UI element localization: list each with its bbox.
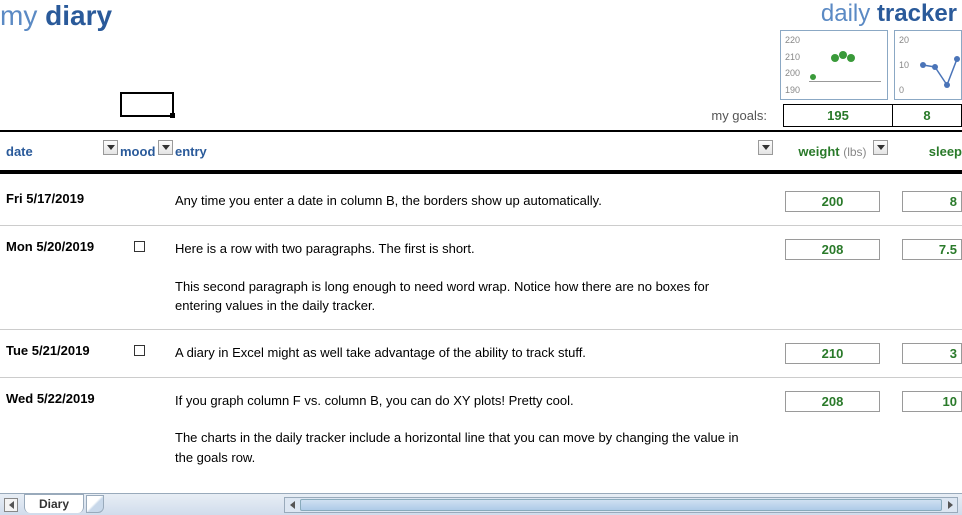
mood-checkbox[interactable] bbox=[134, 241, 145, 252]
date-cell[interactable]: Wed 5/22/2019 bbox=[0, 391, 120, 406]
col-entry-label: entry bbox=[175, 144, 207, 159]
title-diary-bold: diary bbox=[45, 0, 112, 31]
sleep-value[interactable]: 7.5 bbox=[902, 239, 962, 260]
horizontal-scrollbar[interactable] bbox=[284, 497, 958, 513]
entry-cell[interactable]: A diary in Excel might as well take adva… bbox=[175, 343, 775, 363]
weight-value[interactable]: 200 bbox=[785, 191, 880, 212]
sleep-cell[interactable]: 3 bbox=[890, 343, 962, 364]
sparkline-sleep-plot bbox=[917, 37, 961, 95]
entry-text: Any time you enter a date in column B, t… bbox=[175, 191, 755, 211]
goal-line bbox=[809, 81, 881, 82]
mood-cell[interactable] bbox=[120, 239, 175, 255]
entry-text: The charts in the daily tracker include … bbox=[175, 428, 755, 467]
title-tracker-light: daily bbox=[821, 0, 877, 27]
sheet-tab-bar: Diary bbox=[0, 493, 962, 515]
weight-cell[interactable]: 208 bbox=[775, 239, 890, 260]
col-weight-label: weight bbox=[798, 144, 839, 159]
date-cell[interactable]: Mon 5/20/2019 bbox=[0, 239, 120, 254]
tick-label: 210 bbox=[785, 52, 800, 62]
tick-label: 200 bbox=[785, 68, 800, 78]
tick-label: 10 bbox=[899, 60, 909, 70]
weight-value[interactable]: 208 bbox=[785, 391, 880, 412]
sleep-cell[interactable]: 8 bbox=[890, 191, 962, 212]
sleep-value[interactable]: 3 bbox=[902, 343, 962, 364]
goal-sleep[interactable]: 8 bbox=[893, 104, 962, 127]
title-diary: my diary bbox=[0, 0, 112, 32]
entry-text: If you graph column F vs. column B, you … bbox=[175, 391, 755, 411]
title-tracker-bold: tracker bbox=[877, 0, 957, 27]
weight-cell[interactable]: 208 bbox=[775, 391, 890, 412]
title-diary-light: my bbox=[0, 0, 45, 31]
table-row: Fri 5/17/2019 Any time you enter a date i… bbox=[0, 186, 962, 234]
tick-label: 220 bbox=[785, 35, 800, 45]
entry-cell[interactable]: Any time you enter a date in column B, t… bbox=[175, 191, 775, 211]
sheet-tab-diary[interactable]: Diary bbox=[24, 494, 84, 513]
col-weight-unit: (lbs) bbox=[843, 145, 866, 159]
title-tracker: daily tracker bbox=[821, 0, 957, 28]
table-row: Wed 5/22/2019 If you graph column F vs. c… bbox=[0, 386, 962, 490]
sparkline-weight-plot bbox=[803, 37, 881, 95]
filter-weight-icon[interactable] bbox=[873, 140, 888, 155]
weight-value[interactable]: 208 bbox=[785, 239, 880, 260]
sleep-cell[interactable]: 7.5 bbox=[890, 239, 962, 260]
scroll-left-icon[interactable] bbox=[285, 501, 299, 509]
mood-checkbox[interactable] bbox=[134, 345, 145, 356]
scroll-thumb[interactable] bbox=[300, 499, 942, 511]
entry-cell[interactable]: If you graph column F vs. column B, you … bbox=[175, 391, 775, 468]
tick-label: 20 bbox=[899, 35, 909, 45]
mood-cell[interactable] bbox=[120, 343, 175, 359]
date-cell[interactable]: Tue 5/21/2019 bbox=[0, 343, 120, 358]
tab-scroll-left-icon[interactable] bbox=[4, 498, 18, 512]
sparkline-weight[interactable]: 220 210 200 190 bbox=[780, 30, 888, 100]
sleep-value[interactable]: 8 bbox=[902, 191, 962, 212]
entry-text: A diary in Excel might as well take adva… bbox=[175, 343, 755, 363]
scroll-right-icon[interactable] bbox=[943, 501, 957, 509]
table-row: Tue 5/21/2019 A diary in Excel might as w… bbox=[0, 338, 962, 386]
tick-label: 0 bbox=[899, 85, 909, 95]
col-mood-label: mood bbox=[120, 144, 155, 159]
entry-text: Here is a row with two paragraphs. The f… bbox=[175, 239, 755, 259]
sleep-cell[interactable]: 10 bbox=[890, 391, 962, 412]
weight-cell[interactable]: 210 bbox=[775, 343, 890, 364]
filter-entry-icon[interactable] bbox=[758, 140, 773, 155]
goal-weight[interactable]: 195 bbox=[783, 104, 893, 127]
filter-date-icon[interactable] bbox=[103, 140, 118, 155]
filter-mood-icon[interactable] bbox=[158, 140, 173, 155]
sparkline-sleep[interactable]: 20 10 0 bbox=[894, 30, 962, 100]
tick-label: 190 bbox=[785, 85, 800, 95]
sleep-value[interactable]: 10 bbox=[902, 391, 962, 412]
new-sheet-icon[interactable] bbox=[86, 495, 104, 513]
col-date-label: date bbox=[6, 144, 33, 159]
entry-text: This second paragraph is long enough to … bbox=[175, 277, 755, 316]
entry-cell[interactable]: Here is a row with two paragraphs. The f… bbox=[175, 239, 775, 316]
date-cell[interactable]: Fri 5/17/2019 bbox=[0, 191, 120, 206]
weight-value[interactable]: 210 bbox=[785, 343, 880, 364]
col-sleep-label: sleep bbox=[929, 144, 962, 159]
cell-selection[interactable] bbox=[120, 92, 174, 117]
table-row: Mon 5/20/2019 Here is a row with two para… bbox=[0, 234, 962, 338]
goals-label: my goals: bbox=[711, 108, 767, 123]
table-header: date mood entry weight (lbs) sleep bbox=[0, 132, 962, 172]
weight-cell[interactable]: 200 bbox=[775, 191, 890, 212]
